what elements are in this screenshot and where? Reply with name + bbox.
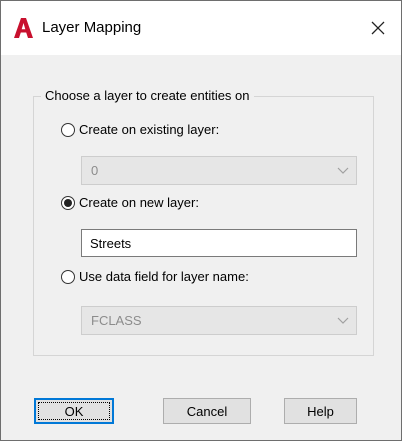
- window-title: Layer Mapping: [42, 19, 142, 36]
- radio-button[interactable]: [61, 123, 75, 137]
- help-button[interactable]: Help: [284, 398, 357, 424]
- radio-existing-layer[interactable]: Create on existing layer:: [61, 121, 219, 139]
- radio-label: Create on existing layer:: [79, 122, 220, 137]
- group-legend: Choose a layer to create entities on: [41, 87, 254, 105]
- chevron-down-icon: [337, 317, 349, 324]
- existing-layer-value: 0: [91, 163, 99, 178]
- title-bar[interactable]: Layer Mapping: [1, 1, 401, 55]
- data-field-value: FCLASS: [91, 313, 142, 328]
- autocad-a-icon: [14, 18, 33, 38]
- focus-rectangle: [38, 402, 110, 420]
- close-icon: [371, 21, 385, 35]
- radio-label: Create on new layer:: [79, 195, 199, 210]
- help-button-label: Help: [307, 403, 334, 419]
- ok-button[interactable]: OK: [34, 398, 114, 424]
- cancel-button-label: Cancel: [186, 403, 228, 419]
- existing-layer-dropdown[interactable]: 0: [81, 156, 357, 185]
- radio-label: Use data field for layer name:: [79, 269, 249, 284]
- layer-mapping-dialog: Layer Mapping Choose a layer to create e…: [0, 0, 402, 441]
- new-layer-name-input[interactable]: Streets: [81, 229, 357, 257]
- data-field-dropdown[interactable]: FCLASS: [81, 306, 357, 335]
- new-layer-value: Streets: [90, 235, 132, 251]
- radio-data-field[interactable]: Use data field for layer name:: [61, 268, 249, 286]
- radio-new-layer[interactable]: Create on new layer:: [61, 194, 199, 212]
- cancel-button[interactable]: Cancel: [163, 398, 251, 424]
- close-button[interactable]: [363, 13, 393, 43]
- radio-button[interactable]: [61, 270, 75, 284]
- radio-button-selected[interactable]: [61, 196, 75, 210]
- chevron-down-icon: [337, 167, 349, 174]
